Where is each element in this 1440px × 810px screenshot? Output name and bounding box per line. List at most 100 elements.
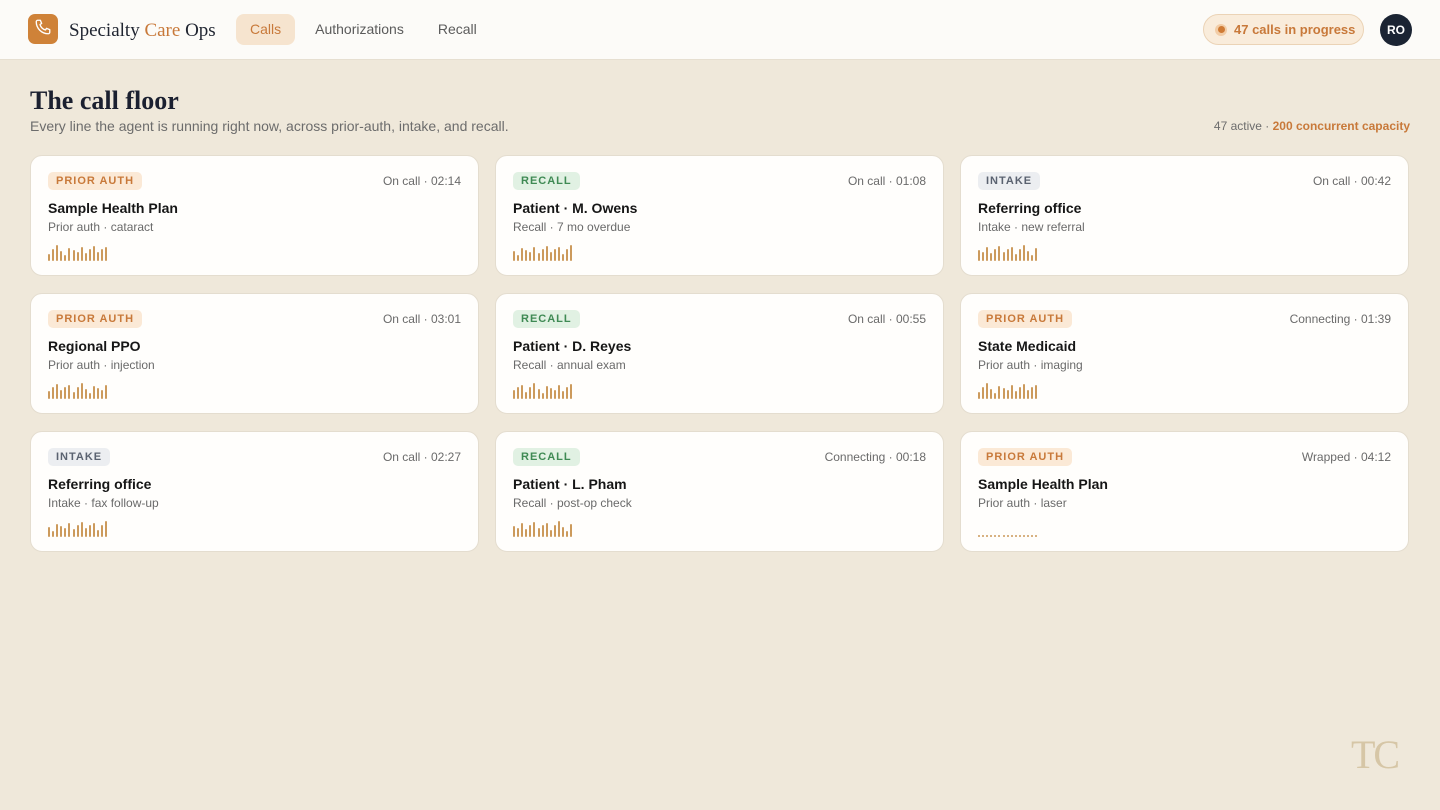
audio-waveform-icon xyxy=(978,244,1042,261)
waveform-bar xyxy=(48,254,50,261)
call-type-badge: RECALL xyxy=(513,448,580,466)
waveform-bar xyxy=(1035,385,1038,399)
waveform-bar xyxy=(990,253,993,261)
waveform-bar xyxy=(558,247,561,261)
waveform-bar xyxy=(72,529,75,537)
calls-in-progress-pill[interactable]: 47 calls in progress xyxy=(1203,14,1364,45)
waveform-bar xyxy=(1010,247,1013,261)
waveform-bar xyxy=(537,253,540,261)
waveform-bar xyxy=(545,523,548,537)
audio-waveform-icon xyxy=(513,244,577,261)
waveform-bar xyxy=(72,392,75,399)
waveform-bar xyxy=(1027,390,1030,399)
call-type-badge: PRIOR AUTH xyxy=(978,448,1073,466)
app-logo[interactable] xyxy=(28,14,58,44)
waveform-bar xyxy=(978,392,980,399)
call-type-badge: INTAKE xyxy=(978,172,1041,190)
call-status: Wrapped · 04:12 xyxy=(1301,450,1391,464)
waveform-bar xyxy=(60,251,63,261)
waveform-bar xyxy=(1006,535,1009,537)
call-subtitle: Prior auth · cataract xyxy=(48,220,154,234)
call-card[interactable]: INTAKE On call · 02:27 Referring office Int… xyxy=(30,431,479,552)
waveform-bar xyxy=(93,386,96,399)
waveform-bar xyxy=(68,248,71,261)
waveform-bar xyxy=(994,393,997,399)
waveform-bar xyxy=(97,252,100,261)
audio-waveform-icon xyxy=(978,382,1042,399)
call-subtitle: Intake · new referral xyxy=(978,220,1085,234)
waveform-bar xyxy=(566,249,569,261)
call-card[interactable]: PRIOR AUTH On call · 03:01 Regional PPO Pri… xyxy=(30,293,479,414)
tab-calls[interactable]: Calls xyxy=(236,14,296,45)
active-count: 47 active xyxy=(1213,119,1262,133)
call-card[interactable]: RECALL Connecting · 00:18 Patient · L. Pha… xyxy=(495,431,944,552)
waveform-bar xyxy=(533,247,536,261)
call-status: On call · 00:42 xyxy=(1312,174,1391,188)
user-avatar[interactable]: RO xyxy=(1380,14,1412,46)
waveform-bar xyxy=(525,250,528,261)
waveform-bar xyxy=(1018,249,1021,261)
waveform-bar xyxy=(1027,251,1030,261)
call-card[interactable]: RECALL On call · 01:08 Patient · M. Owens R… xyxy=(495,155,944,276)
waveform-bar xyxy=(76,252,79,261)
call-card[interactable]: PRIOR AUTH Wrapped · 04:12 Sample Health P… xyxy=(960,431,1409,552)
waveform-bar xyxy=(1031,535,1034,537)
page-subtitle: Every line the agent is running right no… xyxy=(30,118,509,134)
waveform-bar xyxy=(517,255,520,261)
audio-waveform-icon xyxy=(48,520,112,537)
call-status: On call · 03:01 xyxy=(382,312,461,326)
waveform-bar xyxy=(553,390,556,399)
call-status: Connecting · 00:18 xyxy=(824,450,926,464)
waveform-bar xyxy=(982,387,985,399)
waveform-bar xyxy=(549,530,552,537)
call-title: Patient · M. Owens xyxy=(513,200,638,216)
tab-authorizations[interactable]: Authorizations xyxy=(301,14,418,45)
call-grid: PRIOR AUTH On call · 02:14 Sample Health P… xyxy=(30,155,1410,552)
audio-waveform-icon xyxy=(513,382,577,399)
watermark-logo: TC xyxy=(1351,732,1400,777)
waveform-bar xyxy=(529,252,532,261)
call-title: Sample Health Plan xyxy=(48,200,178,216)
capacity-summary: 47 active · 200 concurrent capacity xyxy=(1214,119,1410,133)
waveform-bar xyxy=(88,249,91,261)
waveform-bar xyxy=(56,524,59,537)
call-subtitle: Recall · post-op check xyxy=(513,496,632,510)
waveform-bar xyxy=(101,525,104,537)
waveform-bar xyxy=(101,390,104,399)
waveform-bar xyxy=(562,527,565,537)
call-title: State Medicaid xyxy=(978,338,1077,354)
call-type-badge: PRIOR AUTH xyxy=(48,310,143,328)
waveform-bar xyxy=(517,528,520,537)
waveform-bar xyxy=(529,525,532,537)
waveform-bar xyxy=(998,246,1001,261)
call-type-badge: PRIOR AUTH xyxy=(978,310,1073,328)
waveform-bar xyxy=(533,522,536,537)
waveform-bar xyxy=(1010,535,1013,537)
waveform-bar xyxy=(48,391,50,399)
waveform-bar xyxy=(52,387,55,399)
waveform-bar xyxy=(570,245,573,261)
call-card[interactable]: INTAKE On call · 00:42 Referring office Int… xyxy=(960,155,1409,276)
waveform-bar xyxy=(76,525,79,537)
waveform-bar xyxy=(52,249,55,261)
call-subtitle: Prior auth · injection xyxy=(48,358,155,372)
waveform-bar xyxy=(521,385,524,399)
call-card[interactable]: RECALL On call · 00:55 Patient · D. Reyes R… xyxy=(495,293,944,414)
calls-in-progress-label: 47 calls in progress xyxy=(1234,22,1356,37)
waveform-bar xyxy=(537,389,540,399)
waveform-bar xyxy=(525,392,528,399)
waveform-bar xyxy=(68,385,71,399)
call-card[interactable]: PRIOR AUTH Connecting · 01:39 State Medica… xyxy=(960,293,1409,414)
waveform-bar xyxy=(990,535,993,537)
waveform-bar xyxy=(553,525,556,537)
call-subtitle: Prior auth · laser xyxy=(978,496,1067,510)
call-card[interactable]: PRIOR AUTH On call · 02:14 Sample Health P… xyxy=(30,155,479,276)
waveform-bar xyxy=(541,249,544,261)
call-title: Patient · D. Reyes xyxy=(513,338,632,354)
tab-recall[interactable]: Recall xyxy=(424,14,491,45)
waveform-bar xyxy=(1018,535,1021,537)
call-title: Referring office xyxy=(978,200,1082,216)
call-type-badge: RECALL xyxy=(513,172,580,190)
app-brand: Specialty Care Ops xyxy=(69,20,216,42)
concurrent-capacity: 200 concurrent capacity xyxy=(1272,119,1410,133)
